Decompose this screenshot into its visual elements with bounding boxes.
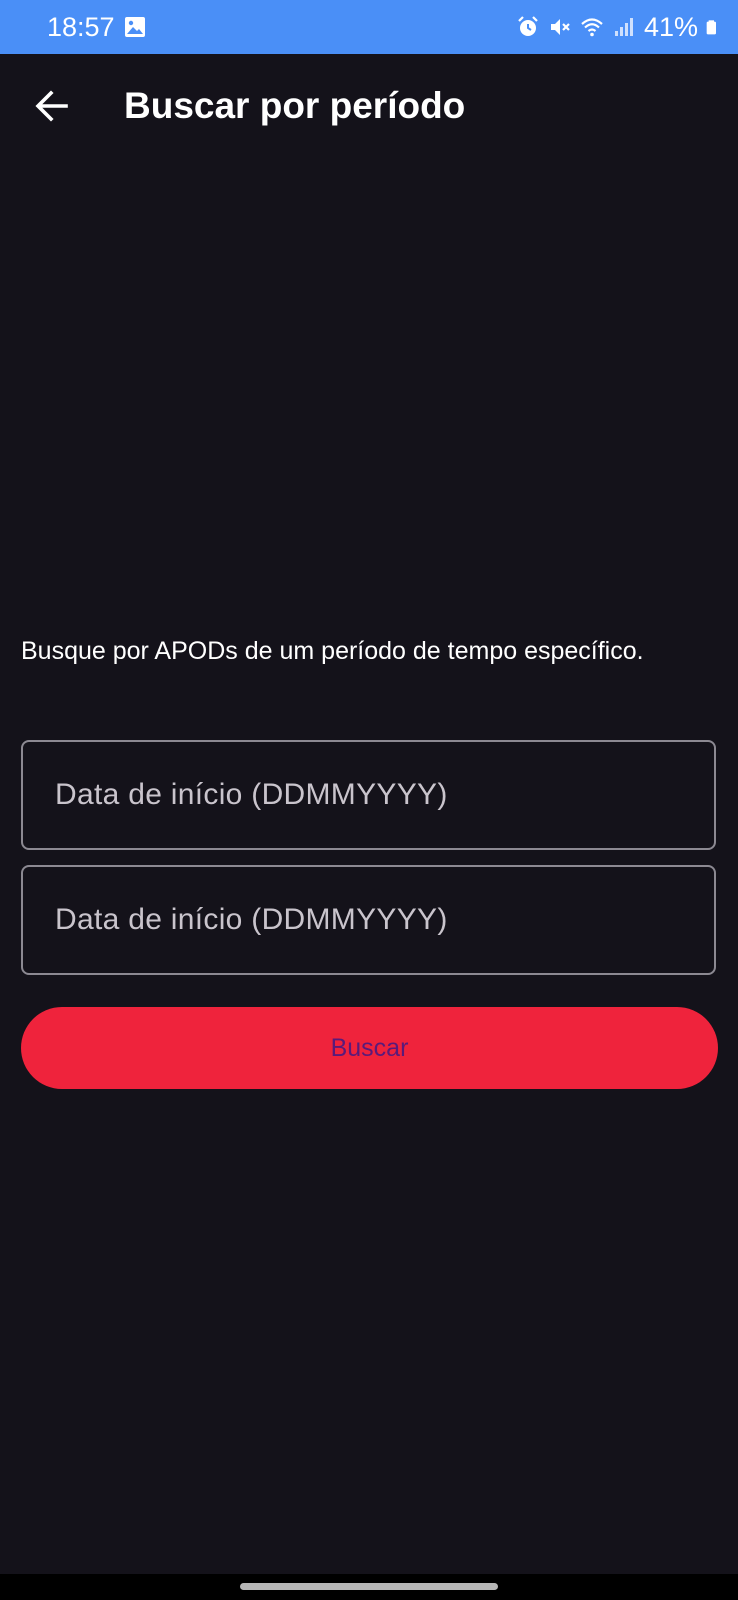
- app-bar: Buscar por período: [0, 54, 738, 158]
- search-button[interactable]: Buscar: [21, 1007, 718, 1089]
- image-icon: [125, 17, 145, 37]
- wifi-icon: [581, 18, 603, 37]
- home-indicator[interactable]: [240, 1583, 498, 1590]
- arrow-left-icon: [35, 90, 68, 122]
- back-button[interactable]: [26, 80, 78, 132]
- start-date-field[interactable]: [21, 740, 716, 850]
- start-date-input[interactable]: [23, 742, 714, 848]
- status-bar: 18:57 41%: [0, 0, 738, 54]
- signal-icon: [614, 18, 633, 36]
- screen: 18:57 41% Buscar por período Busque por …: [0, 0, 738, 1600]
- battery-icon: [706, 20, 716, 35]
- alarm-icon: [518, 16, 538, 36]
- end-date-field[interactable]: [21, 865, 716, 975]
- mute-icon: [550, 19, 570, 35]
- status-icons: 41%: [516, 10, 722, 44]
- battery-percent: 41%: [643, 12, 698, 42]
- description-text: Busque por APODs de um período de tempo …: [21, 637, 644, 665]
- page-title: Buscar por período: [124, 85, 466, 126]
- status-time: 18:57: [47, 12, 115, 42]
- navigation-bar: [0, 1574, 738, 1600]
- end-date-input[interactable]: [23, 867, 714, 973]
